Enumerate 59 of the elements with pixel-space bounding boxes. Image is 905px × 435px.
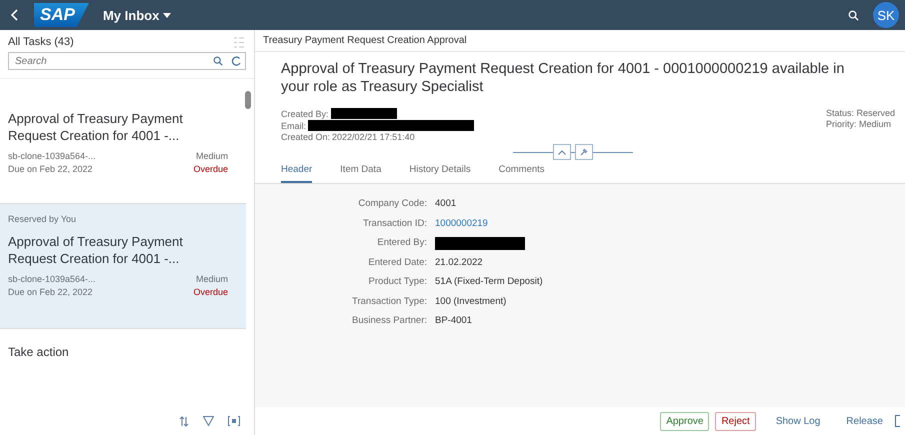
field-value: 21.02.2022 [435,256,484,270]
task-title: Approval of Treasury Payment Request Creation for 4001 -... [8,110,184,144]
field-label: Product Type: [368,276,427,289]
task-origin: sb-clone-1039a564-... [8,274,96,284]
attribute-label: Email: [281,120,306,130]
sort-icon[interactable] [179,416,189,426]
overdue-status: Overdue [193,164,228,174]
user-avatar[interactable]: SK [873,2,899,28]
back-button[interactable] [10,9,20,21]
reject-button[interactable]: Reject [715,412,756,430]
status-text: Status: Reserved [826,108,895,118]
approve-button[interactable]: Approve [660,412,710,430]
app-title-menu[interactable]: My Inbox [102,8,172,22]
task-priority: Medium [196,274,228,284]
search-icon[interactable] [213,56,223,66]
pin-icon [580,148,588,156]
field-label: Entered By: [376,237,427,250]
field-label: Business Partner: [351,315,427,328]
caret-icon [163,12,172,18]
status-text: Priority: Medium [826,119,892,129]
overdue-status: Overdue [193,287,228,297]
tab[interactable]: Comments [498,160,545,183]
task-origin: sb-clone-1039a564-... [8,151,96,161]
field-label: Entered Date: [367,256,427,270]
detail-title: Treasury Payment Request Creation Approval [255,30,905,52]
field-label: Transaction Type: [351,296,427,308]
task-heading: Approval of Treasury Payment Request Creation for 4001 - 0001000000219 available in your role as Treasury Specialist [281,60,846,96]
chevron-up-icon [558,150,566,154]
company-logo: SAP [34,3,89,27]
task-priority: Medium [196,151,228,161]
tab[interactable]: Item Data [340,160,382,183]
reserved-label: Reserved by You [8,214,78,224]
transaction-link[interactable]: 1000000219 [435,218,905,237]
attribute-label: Created By: [281,108,329,118]
task-list-item[interactable]: Reserved by You Approval of Treasury Payment Request Creation for 4001 -... sb-clone-1039a564-... Medium Due on Feb 22, 2022 Overdue [0,204,246,329]
group-icon[interactable] [228,416,240,426]
pin-button[interactable] [575,144,593,160]
task-due-date: Due on Feb 22, 2022 [8,164,93,174]
field-label: Transaction ID: [362,218,427,230]
scrollbar-thumb[interactable] [245,91,251,109]
search-field[interactable]: Search [13,54,205,68]
field-value: 4001 [435,198,458,211]
attribute-label: Created On: [281,132,330,142]
search-box[interactable]: Search [8,52,246,70]
task-due-date: Due on Feb 22, 2022 [8,287,93,297]
attribute-value: 2022/02/21 17:51:40 [332,132,415,142]
take-action-label: Take action [7,344,70,361]
more-icon[interactable] [895,415,901,427]
field-value: 51A (Fixed-Term Deposit) [435,276,544,289]
filter-icon[interactable] [203,416,214,426]
task-list-title: All Tasks (43) [8,36,74,48]
search-icon[interactable] [848,10,859,20]
field-value: BP-4001 [435,315,473,328]
field-label: Company Code: [357,198,427,211]
task-title: Approval of Treasury Payment Request Creation for 4001 -... [8,233,184,267]
collapse-button[interactable] [553,144,571,160]
tab[interactable]: History Details [409,160,471,183]
refresh-icon[interactable] [231,56,241,66]
field-value: 100 (Investment) [435,296,508,308]
